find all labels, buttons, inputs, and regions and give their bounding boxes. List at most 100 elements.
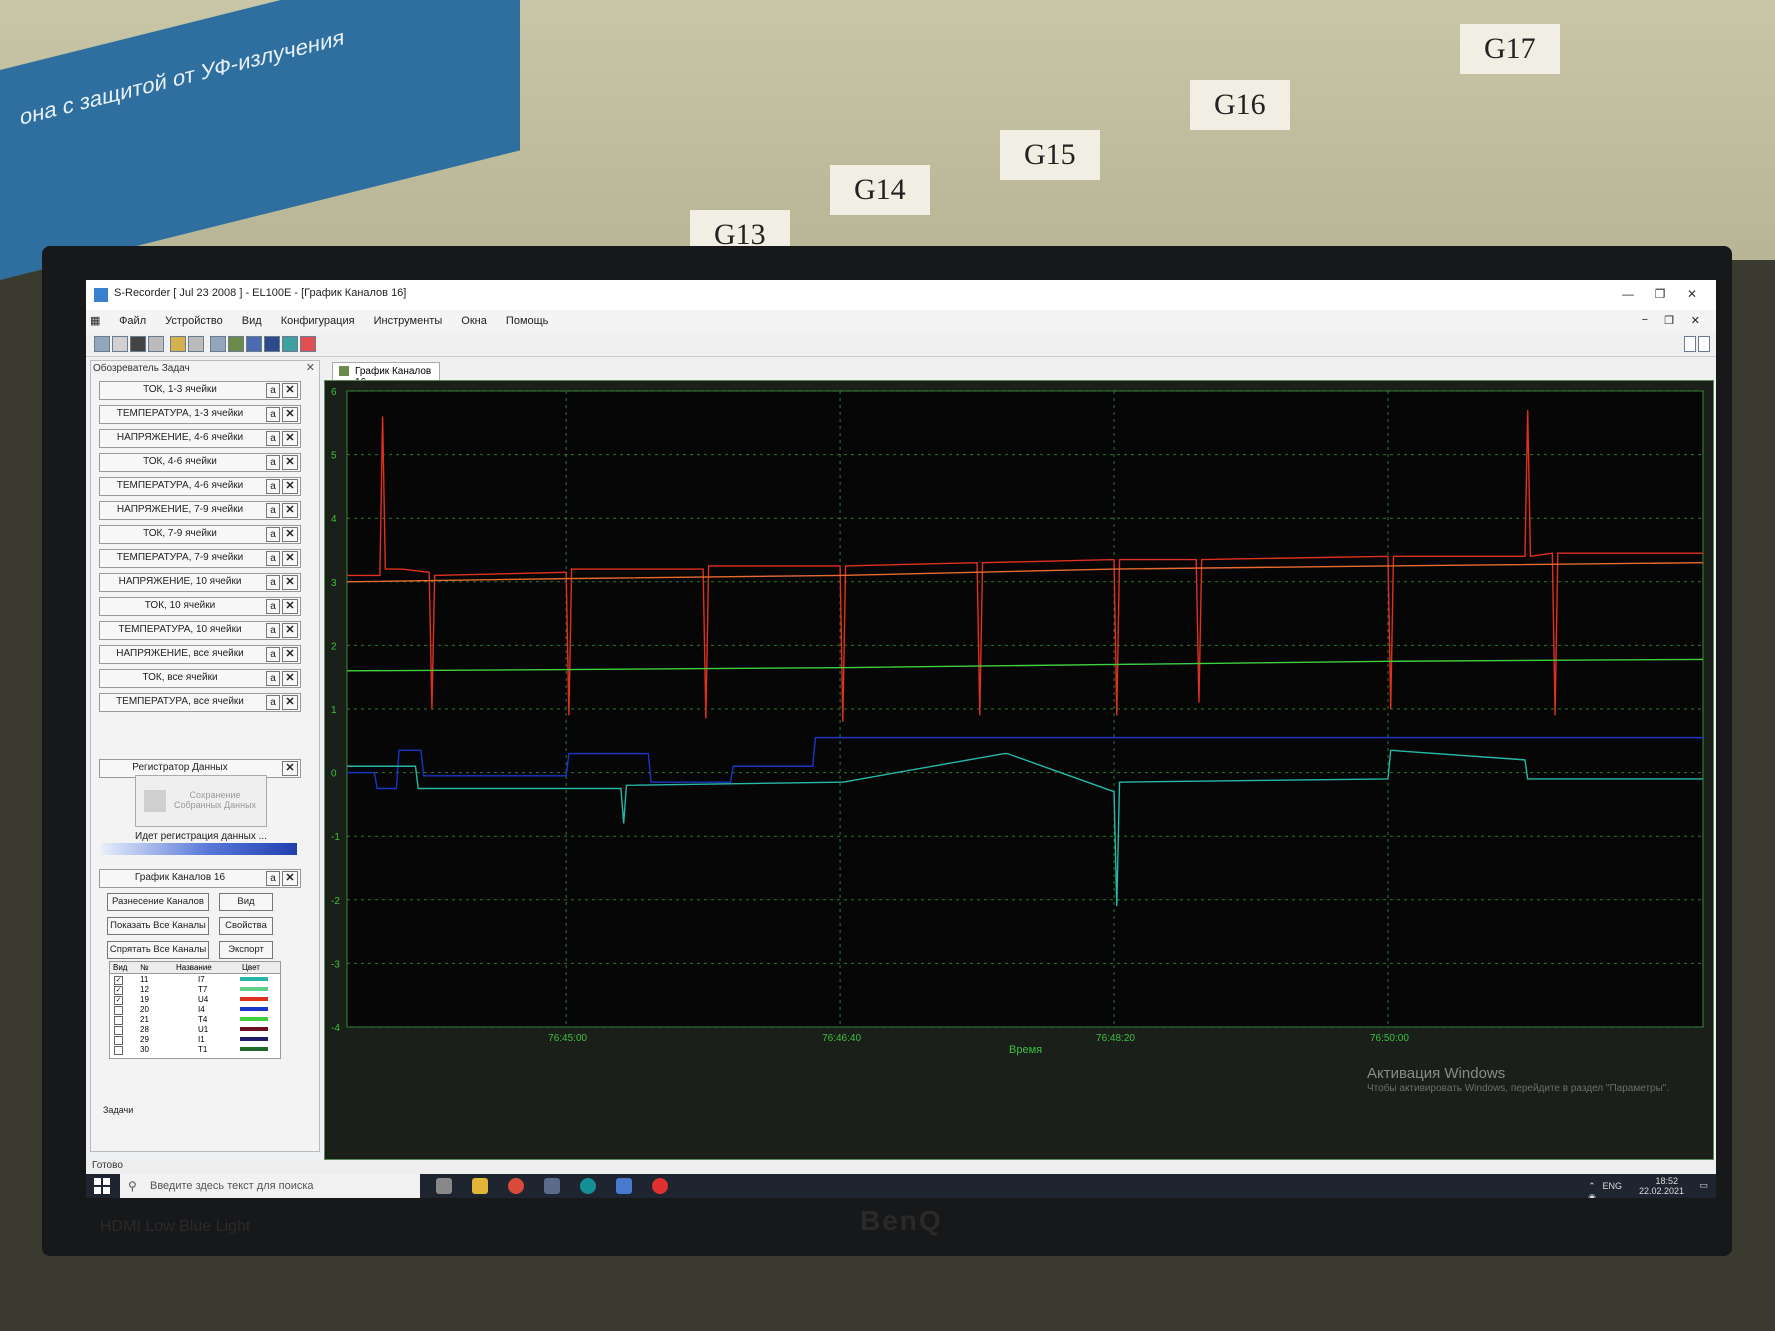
close-icon[interactable]: ✕ <box>282 599 298 614</box>
menu-device[interactable]: Устройство <box>157 311 231 331</box>
menu-tools[interactable]: Инструменты <box>366 311 451 331</box>
task-item[interactable]: ТОК, 4-6 ячейки а ✕ <box>99 453 301 472</box>
channel-row[interactable]: ✓ 12 T7 <box>110 985 280 995</box>
close-icon[interactable]: ✕ <box>282 479 298 494</box>
task-view-icon[interactable] <box>436 1178 452 1194</box>
task-item-a-icon[interactable]: а <box>266 503 280 518</box>
channel-visible-checkbox[interactable] <box>114 1026 123 1035</box>
channel-color-swatch[interactable] <box>240 997 268 1001</box>
channel-row[interactable]: 30 T1 <box>110 1045 280 1055</box>
task-item[interactable]: ТОК, все ячейки а ✕ <box>99 669 301 688</box>
task-item-a-icon[interactable]: а <box>266 383 280 398</box>
close-icon[interactable]: ✕ <box>282 551 298 566</box>
channel-row[interactable]: 20 I4 <box>110 1005 280 1015</box>
channel-row[interactable]: 21 T4 <box>110 1015 280 1025</box>
task-item-a-icon[interactable]: а <box>266 671 280 686</box>
channel-visible-checkbox[interactable]: ✓ <box>114 976 123 985</box>
channel-plot[interactable]: 6 5 4 3 2 1 0 -1 -2 -3 -4 76:45:00 76:46:40 76:48:20 7… <box>324 380 1714 1160</box>
menu-help[interactable]: Помощь <box>498 311 557 331</box>
panel-close-icon[interactable]: ✕ <box>306 361 315 374</box>
s-recorder-icon[interactable] <box>544 1178 560 1194</box>
window-icon[interactable] <box>210 336 226 352</box>
view-button[interactable]: Вид <box>219 893 273 911</box>
channel-row[interactable]: 29 I1 <box>110 1035 280 1045</box>
channel-visible-checkbox[interactable] <box>114 1016 123 1025</box>
signal-icon[interactable] <box>300 336 316 352</box>
windows-start-icon[interactable] <box>94 1178 110 1194</box>
channel-color-swatch[interactable] <box>240 977 268 981</box>
chart-icon[interactable] <box>228 336 244 352</box>
channel-visible-checkbox[interactable]: ✓ <box>114 986 123 995</box>
channel-visible-checkbox[interactable] <box>114 1046 123 1055</box>
calculator-icon[interactable] <box>616 1178 632 1194</box>
chrome-icon[interactable] <box>508 1178 524 1194</box>
maximize-button[interactable]: ❐ <box>1648 283 1672 305</box>
task-item[interactable]: ТОК, 1-3 ячейки а ✕ <box>99 381 301 400</box>
task-item-a-icon[interactable]: а <box>266 527 280 542</box>
close-icon[interactable]: ✕ <box>282 407 298 422</box>
task-item[interactable]: НАПРЯЖЕНИЕ, все ячейки а ✕ <box>99 645 301 664</box>
tray-icons[interactable]: ⌃ ◉ ◀) <box>1588 1181 1598 1198</box>
task-item-a-icon[interactable]: а <box>266 455 280 470</box>
channel-color-swatch[interactable] <box>240 1007 268 1011</box>
close-button[interactable]: ✕ <box>1680 283 1704 305</box>
language-indicator[interactable]: ENG <box>1602 1181 1622 1191</box>
task-item-a-icon[interactable]: а <box>266 575 280 590</box>
table-icon[interactable] <box>246 336 262 352</box>
connect-icon[interactable] <box>94 336 110 352</box>
tab-channel-graph[interactable]: График Каналов 16 <box>332 362 440 388</box>
channel-visible-checkbox[interactable] <box>114 1006 123 1015</box>
filter-icon[interactable] <box>282 336 298 352</box>
close-icon[interactable]: ✕ <box>282 575 298 590</box>
close-icon[interactable]: ✕ <box>282 871 298 886</box>
inner-close-button[interactable]: ✕ <box>1683 310 1708 331</box>
close-icon[interactable]: ✕ <box>282 671 298 686</box>
channel-color-swatch[interactable] <box>240 1037 268 1041</box>
export-button[interactable]: Экспорт <box>219 941 273 959</box>
notifications-icon[interactable]: ▭ <box>1699 1180 1708 1191</box>
clock-time[interactable]: 18:52 <box>1655 1176 1678 1186</box>
task-item-a-icon[interactable]: а <box>266 407 280 422</box>
play-icon[interactable] <box>112 336 128 352</box>
cursor-icon[interactable] <box>264 336 280 352</box>
task-item[interactable]: ТЕМПЕРАТУРА, 4-6 ячейки а ✕ <box>99 477 301 496</box>
channel-visible-checkbox[interactable]: ✓ <box>114 996 123 1005</box>
channel-color-swatch[interactable] <box>240 1027 268 1031</box>
properties-button[interactable]: Свойства <box>219 917 273 935</box>
hide-all-channels-button[interactable]: Спрятать Все Каналы <box>107 941 209 959</box>
menu-config[interactable]: Конфигурация <box>273 311 363 331</box>
file-explorer-icon[interactable] <box>472 1178 488 1194</box>
save-data-button[interactable]: Сохранение Собранных Данных <box>135 775 267 827</box>
minimize-button[interactable]: — <box>1616 283 1640 305</box>
clock-date[interactable]: 22.02.2021 <box>1639 1186 1684 1196</box>
task-item[interactable]: ТОК, 10 ячейки а ✕ <box>99 597 301 616</box>
tasks-tab[interactable]: Задачи <box>103 1105 133 1115</box>
close-icon[interactable]: ✕ <box>282 647 298 662</box>
graph-a-icon[interactable]: а <box>266 871 280 886</box>
task-item-a-icon[interactable]: а <box>266 623 280 638</box>
menu-windows[interactable]: Окна <box>453 311 495 331</box>
close-icon[interactable]: ✕ <box>282 383 298 398</box>
channel-color-swatch[interactable] <box>240 987 268 991</box>
task-item-a-icon[interactable]: а <box>266 551 280 566</box>
scroll-left-icon[interactable] <box>1684 336 1696 352</box>
task-item[interactable]: НАПРЯЖЕНИЕ, 7-9 ячейки а ✕ <box>99 501 301 520</box>
task-item[interactable]: НАПРЯЖЕНИЕ, 10 ячейки а ✕ <box>99 573 301 592</box>
menu-view[interactable]: Вид <box>234 311 270 331</box>
scroll-right-icon[interactable] <box>1698 336 1710 352</box>
graph-item[interactable]: График Каналов 16 а ✕ <box>99 869 301 888</box>
task-item-a-icon[interactable]: а <box>266 695 280 710</box>
layout-channels-button[interactable]: Разнесение Каналов <box>107 893 209 911</box>
task-item[interactable]: ТЕМПЕРАТУРА, все ячейки а ✕ <box>99 693 301 712</box>
channel-visible-checkbox[interactable] <box>114 1036 123 1045</box>
task-item-a-icon[interactable]: а <box>266 599 280 614</box>
task-item[interactable]: ТЕМПЕРАТУРА, 7-9 ячейки а ✕ <box>99 549 301 568</box>
task-item[interactable]: ТЕМПЕРАТУРА, 1-3 ячейки а ✕ <box>99 405 301 424</box>
inner-minimize-button[interactable]: − <box>1634 310 1656 330</box>
stop-icon[interactable] <box>130 336 146 352</box>
close-icon[interactable]: ✕ <box>282 527 298 542</box>
task-item-a-icon[interactable]: а <box>266 647 280 662</box>
channel-color-swatch[interactable] <box>240 1017 268 1021</box>
channel-row[interactable]: ✓ 19 U4 <box>110 995 280 1005</box>
task-item[interactable]: ТОК, 7-9 ячейки а ✕ <box>99 525 301 544</box>
